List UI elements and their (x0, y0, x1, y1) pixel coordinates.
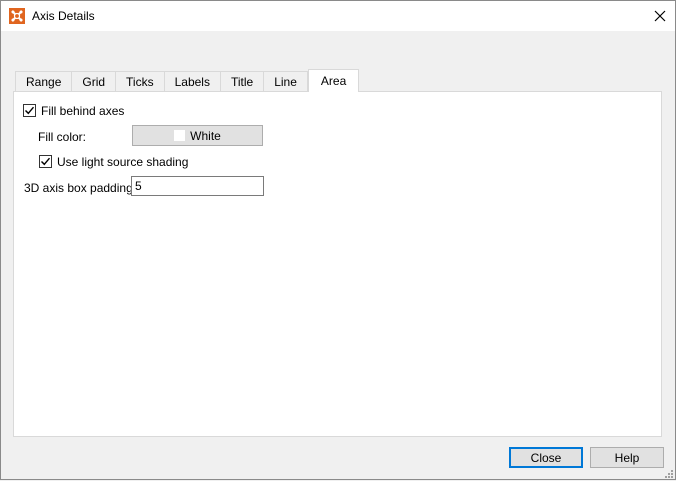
window-title: Axis Details (32, 9, 95, 23)
fill-behind-axes-checkbox[interactable] (23, 104, 36, 117)
tab-grid[interactable]: Grid (72, 71, 117, 92)
close-button[interactable]: Close (509, 447, 583, 468)
fill-behind-axes-label: Fill behind axes (41, 104, 125, 118)
tab-line[interactable]: Line (264, 71, 308, 92)
tab-area[interactable]: Area (307, 69, 360, 92)
checkmark-icon (41, 157, 51, 166)
light-source-shading-checkbox[interactable] (39, 155, 52, 168)
close-icon[interactable] (645, 1, 675, 31)
area-tab-panel: Fill behind axes Fill color: White Use l… (13, 91, 662, 437)
fill-color-label: Fill color: (38, 130, 87, 144)
color-swatch (174, 130, 186, 141)
tab-labels[interactable]: Labels (164, 71, 221, 92)
padding-label: 3D axis box padding: (24, 181, 137, 195)
light-source-shading-label: Use light source shading (57, 155, 189, 169)
dialog-window: Axis Details Range Grid Ticks Labels Tit… (0, 0, 676, 480)
tab-strip: Range Grid Ticks Labels Title Line Area (15, 69, 360, 92)
resize-grip-icon[interactable] (663, 467, 673, 478)
fill-color-button[interactable]: White (132, 125, 263, 146)
tab-ticks[interactable]: Ticks (116, 71, 165, 92)
title-bar: Axis Details (1, 1, 675, 31)
tab-title[interactable]: Title (220, 71, 265, 92)
fill-color-value: White (190, 128, 221, 143)
padding-input[interactable] (131, 176, 264, 196)
app-logo-icon (9, 8, 25, 24)
checkmark-icon (25, 106, 35, 115)
help-button[interactable]: Help (590, 447, 664, 468)
tab-range[interactable]: Range (15, 71, 73, 92)
